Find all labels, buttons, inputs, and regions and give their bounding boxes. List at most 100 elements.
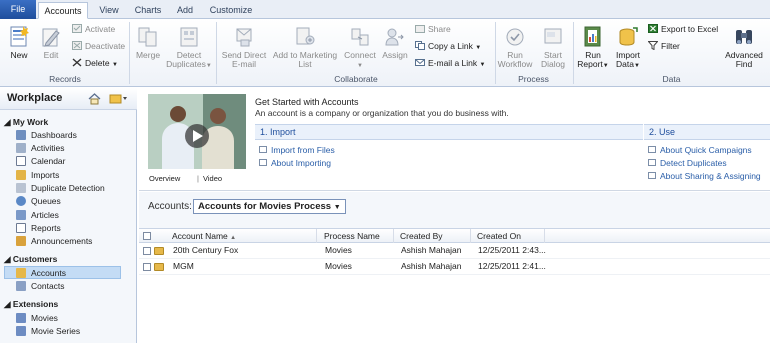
deactivate-icon — [72, 41, 82, 50]
sidebar-item-movies[interactable]: Movies — [16, 312, 133, 325]
view-selector-bar: Accounts: Accounts for Movies Process ▼ — [139, 192, 770, 229]
account-record-icon — [154, 247, 164, 255]
activate-icon — [72, 24, 82, 33]
cell-created-by: Ashish Mahajan — [401, 245, 462, 255]
sidebar-item-duplicate-detection[interactable]: Duplicate Detection — [16, 182, 133, 195]
help-icon — [648, 146, 656, 153]
table-row[interactable]: 20th Century Fox Movies Ashish Mahajan 1… — [139, 243, 770, 259]
tab-add[interactable]: Add — [172, 2, 198, 19]
email-link-icon — [415, 59, 425, 66]
assign-button[interactable]: Assign — [380, 25, 410, 60]
sidebar-item-imports[interactable]: Imports — [16, 169, 133, 182]
main-content: Overview | Video Get Started with Accoun… — [139, 88, 770, 343]
sidebar-item-accounts[interactable]: Accounts — [4, 266, 121, 279]
dialog-icon — [544, 28, 562, 44]
get-started-pane: Overview | Video Get Started with Accoun… — [139, 88, 770, 191]
about-quick-campaigns-link[interactable]: About Quick Campaigns — [648, 145, 752, 155]
sidebar-item-queues[interactable]: Queues — [16, 195, 133, 208]
sidebar-item-dashboards[interactable]: Dashboards — [16, 129, 133, 142]
email-a-link-button[interactable]: E-mail a Link ▼ — [415, 58, 485, 71]
nav-group-my-work[interactable]: ◢ My Work — [4, 117, 48, 128]
advanced-find-button[interactable]: Advanced Find — [722, 25, 766, 69]
delete-button[interactable]: Delete ▼ — [72, 58, 118, 71]
sidebar-item-activities[interactable]: Activities — [16, 142, 133, 155]
export-to-excel-button[interactable]: Export to Excel — [648, 24, 718, 35]
sidebar-item-articles[interactable]: Articles — [16, 209, 133, 222]
workplace-title: Workplace — [7, 92, 63, 104]
accounts-folder-icon — [16, 268, 26, 278]
select-all-checkbox[interactable] — [143, 232, 151, 240]
run-report-button[interactable]: Run Report▼ — [576, 25, 610, 71]
favorites-folder-icon[interactable] — [109, 92, 127, 105]
new-button[interactable]: New — [5, 25, 33, 60]
new-record-icon — [10, 26, 29, 47]
sidebar-item-movie-series[interactable]: Movie Series — [16, 325, 133, 338]
collaborate-group-label: Collaborate — [334, 74, 378, 84]
marketing-list-icon — [296, 27, 315, 45]
email-icon — [236, 28, 252, 47]
activate-button[interactable]: Activate — [72, 24, 115, 35]
marketing-label-2: List — [298, 59, 312, 69]
connect-button[interactable]: Connect ▼ — [343, 25, 377, 71]
import-data-icon — [619, 27, 638, 46]
tab-customize[interactable]: Customize — [206, 2, 256, 19]
send-direct-email-button[interactable]: Send Direct E-mail — [219, 25, 269, 69]
tab-accounts[interactable]: Accounts — [38, 2, 88, 19]
sidebar-item-announcements[interactable]: Announcements — [16, 235, 133, 248]
add-to-marketing-list-button[interactable]: Add to Marketing List — [270, 25, 340, 69]
detect-duplicates-link[interactable]: Detect Duplicates — [648, 158, 727, 168]
run-workflow-button[interactable]: Run Workflow — [497, 25, 533, 69]
tab-charts[interactable]: Charts — [130, 2, 166, 19]
edit-button[interactable]: Edit — [38, 25, 64, 60]
delete-x-icon — [72, 58, 82, 67]
announcements-icon — [16, 236, 26, 246]
share-button[interactable]: Share — [415, 24, 451, 35]
column-account-name[interactable]: Account Name ▲ — [167, 229, 317, 243]
sidebar-item-reports[interactable]: Reports — [16, 222, 133, 235]
filter-button[interactable]: Filter — [648, 41, 680, 52]
row-checkbox[interactable] — [143, 247, 151, 255]
sidebar-item-contacts[interactable]: Contacts — [16, 280, 133, 293]
cell-account-name[interactable]: MGM — [168, 259, 194, 275]
start-dialog-button[interactable]: Start Dialog — [536, 25, 570, 69]
home-icon[interactable] — [88, 92, 101, 105]
merge-icon — [138, 27, 157, 47]
excel-icon — [648, 24, 658, 33]
chevron-down-icon: ▼ — [111, 62, 118, 68]
connect-label: Connect — [344, 50, 376, 60]
report-icon — [584, 26, 601, 47]
ribbon-separator — [129, 22, 130, 84]
about-sharing-assigning-link[interactable]: About Sharing & Assigning — [648, 171, 761, 181]
nav-group-extensions[interactable]: ◢ Extensions — [4, 299, 58, 310]
new-label: New — [10, 50, 28, 60]
workplace-header: Workplace — [0, 88, 137, 110]
cell-account-name[interactable]: 20th Century Fox — [168, 243, 238, 259]
arrow-icon — [648, 159, 656, 166]
deactivate-button[interactable]: Deactivate — [72, 41, 125, 52]
import-from-files-link[interactable]: Import from Files — [259, 145, 335, 155]
copy-link-icon — [415, 41, 425, 50]
sidebar-item-calendar[interactable]: Calendar — [16, 155, 133, 168]
row-checkbox[interactable] — [143, 263, 151, 271]
cell-created-on: 12/25/2011 2:41... — [478, 261, 546, 271]
ribbon: New Edit Activate Deactivate Delete ▼ Re… — [0, 19, 770, 87]
column-process-name[interactable]: Process Name — [319, 229, 394, 243]
copy-a-link-button[interactable]: Copy a Link ▼ — [415, 41, 481, 54]
detect-duplicates-button[interactable]: Detect Duplicates▼ — [165, 25, 213, 71]
tab-file[interactable]: File — [0, 0, 36, 19]
column-created-by[interactable]: Created By — [395, 229, 471, 243]
merge-button[interactable]: Merge — [133, 25, 163, 60]
nav-group-customers[interactable]: ◢ Customers — [4, 254, 57, 265]
import-data-label-2: Data — [616, 59, 634, 69]
movie-series-icon — [16, 326, 26, 336]
tab-view[interactable]: View — [94, 2, 124, 19]
import-data-button[interactable]: Import Data▼ — [612, 25, 644, 71]
about-importing-link[interactable]: About Importing — [259, 158, 331, 168]
advanced-find-label-2: Find — [735, 59, 753, 69]
column-created-on[interactable]: Created On — [472, 229, 545, 243]
overview-video-thumbnail[interactable] — [148, 94, 246, 169]
table-row[interactable]: MGM Movies Ashish Mahajan 12/25/2011 2:4… — [139, 259, 770, 275]
view-selector[interactable]: Accounts for Movies Process ▼ — [193, 199, 346, 214]
imports-icon — [16, 170, 26, 180]
video-separator: | — [197, 174, 199, 183]
